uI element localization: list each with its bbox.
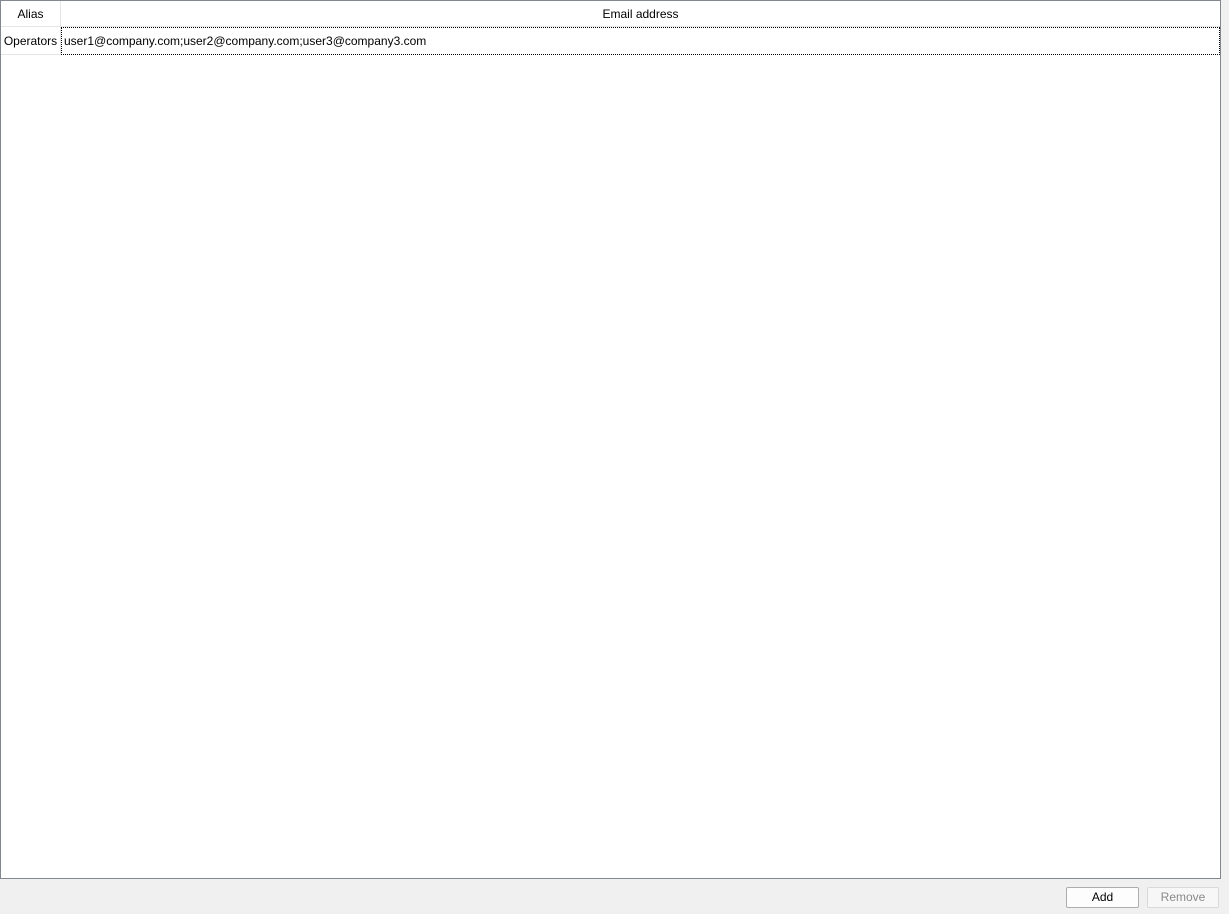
table-header-row: Alias Email address [1,1,1220,27]
add-button[interactable]: Add [1066,887,1139,908]
remove-button[interactable]: Remove [1147,887,1219,908]
row-alias-cell[interactable]: Operators [1,27,61,55]
table-row[interactable]: Operators user1@company.com;user2@compan… [1,27,1220,55]
column-header-alias[interactable]: Alias [1,1,61,27]
column-header-email[interactable]: Email address [61,1,1220,27]
button-bar: Add Remove [0,879,1229,914]
alias-email-table: Alias Email address Operators user1@comp… [0,0,1221,879]
row-email-cell[interactable]: user1@company.com;user2@company.com;user… [61,27,1220,55]
